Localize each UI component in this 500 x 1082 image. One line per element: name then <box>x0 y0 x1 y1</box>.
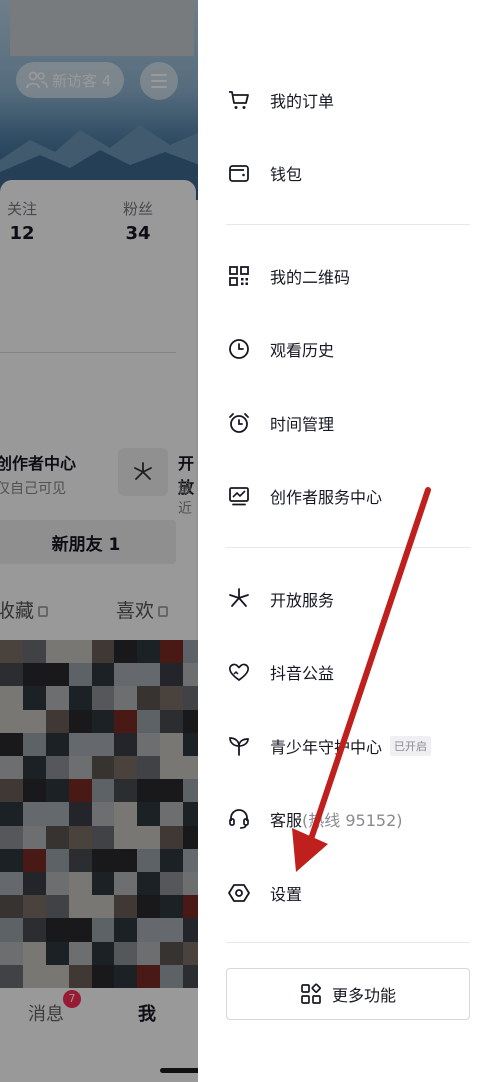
menu-item-label: 客服 <box>270 811 303 830</box>
menu-divider <box>226 224 470 225</box>
clock-icon <box>226 336 252 362</box>
menu-item-time-management[interactable]: 时间管理 <box>226 403 334 443</box>
menu-item-orders[interactable]: 我的订单 <box>226 80 334 120</box>
menu-divider <box>226 942 470 943</box>
menu-item-creator-service[interactable]: 创作者服务中心 <box>226 476 382 516</box>
menu-item-label: 观看历史 <box>270 341 335 360</box>
grid-icon <box>301 983 321 1004</box>
menu-item-customer-service[interactable]: 客服 (热线 95152) <box>226 799 403 839</box>
headset-icon <box>226 806 252 832</box>
menu-item-watch-history[interactable]: 观看历史 <box>226 329 334 369</box>
dim-overlay[interactable] <box>0 0 200 1082</box>
menu-item-wallet[interactable]: 钱包 <box>226 153 302 193</box>
menu-item-label: 创作者服务中心 <box>270 488 383 507</box>
menu-item-label: 设置 <box>270 885 303 904</box>
menu-item-label: 钱包 <box>270 165 303 184</box>
wallet-icon <box>226 160 252 186</box>
heart-hands-icon <box>226 659 252 685</box>
chart-icon <box>226 483 252 509</box>
menu-divider <box>226 547 470 548</box>
qrcode-icon <box>226 263 252 289</box>
sprout-icon <box>226 733 252 759</box>
sparkle-icon <box>226 586 252 612</box>
menu-item-label: 青少年守护中心 <box>270 738 383 757</box>
menu-item-settings[interactable]: 设置 <box>226 873 302 913</box>
menu-item-charity[interactable]: 抖音公益 <box>226 652 334 692</box>
menu-item-label: 我的二维码 <box>270 268 351 287</box>
menu-item-label: 抖音公益 <box>270 664 335 683</box>
menu-item-label: 我的订单 <box>270 92 335 111</box>
profile-page-background: 新访客 4 关注 12 粉丝 34 创作者中心 仅自己可见 开放 最近 新朋友 … <box>0 0 200 1082</box>
more-features-label: 更多功能 <box>331 986 396 1005</box>
menu-item-open-service[interactable]: 开放服务 <box>226 579 334 619</box>
menu-item-label: 开放服务 <box>270 591 335 610</box>
more-features-button[interactable]: 更多功能 <box>226 968 470 1020</box>
enabled-tag: 已开启 <box>390 736 432 756</box>
cart-icon <box>226 87 252 113</box>
hotline-hint: (热线 95152) <box>302 811 403 830</box>
settings-icon <box>226 880 252 906</box>
menu-item-youth-guardian[interactable]: 青少年守护中心 已开启 <box>226 726 432 766</box>
menu-item-qrcode[interactable]: 我的二维码 <box>226 256 350 296</box>
menu-item-label: 时间管理 <box>270 415 335 434</box>
alarm-icon <box>226 410 252 436</box>
side-drawer-menu: 我的订单 钱包 我的二维码 观看历史 时间管理 创作者服务中心 开放服务 抖音公… <box>198 0 500 1082</box>
